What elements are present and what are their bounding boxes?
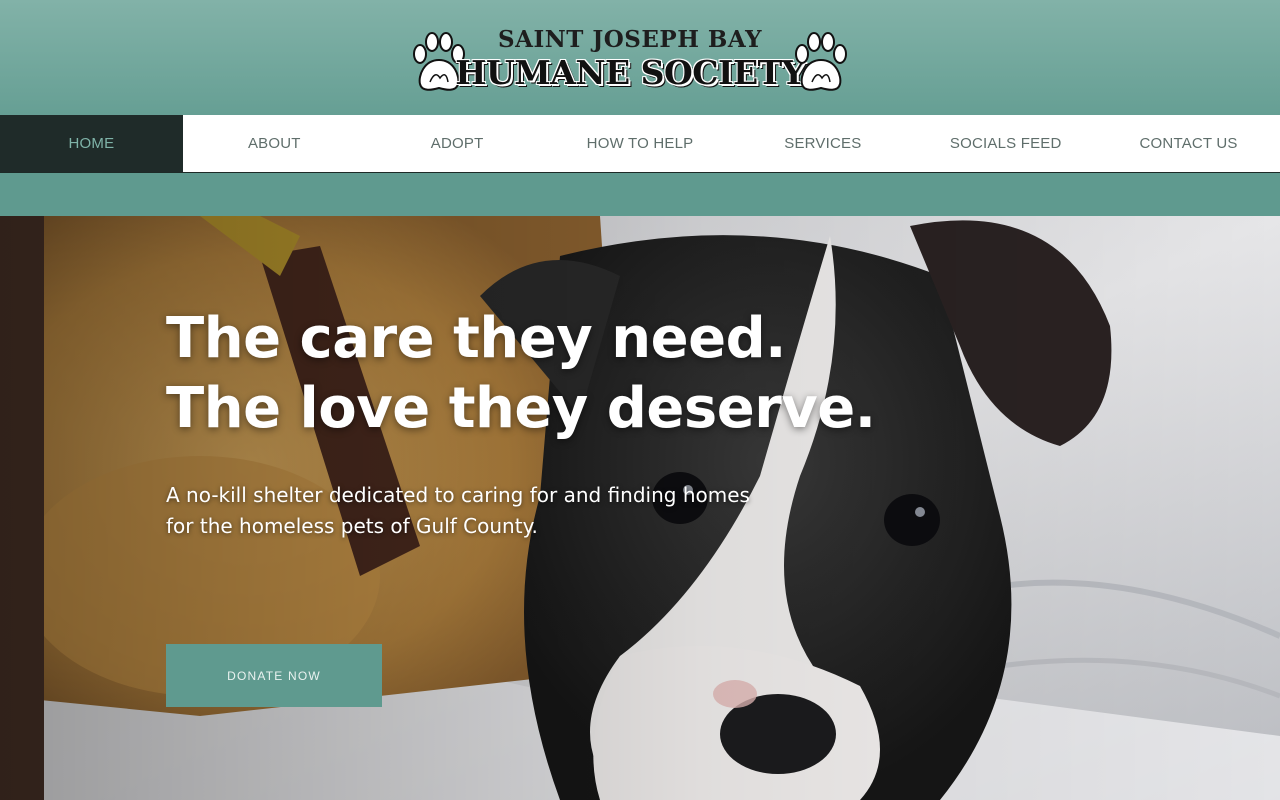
paw-print-icon (795, 32, 847, 91)
donate-now-button[interactable]: DONATE NOW (166, 644, 382, 707)
nav-item-home[interactable]: HOME (0, 115, 183, 183)
nav-band (0, 173, 1280, 216)
subtext-line-1: A no-kill shelter dedicated to caring fo… (166, 483, 750, 507)
hero-headline: The care they need. The love they deserv… (166, 304, 886, 444)
main-nav: HOME ABOUT ADOPT HOW TO HELP SERVICES SO… (0, 115, 1280, 183)
site-logo[interactable]: SAINT JOSEPH BAY HUMANE SOCIETY (410, 24, 850, 96)
nav-item-how-to-help[interactable]: HOW TO HELP (549, 115, 732, 172)
logo-title-top: SAINT JOSEPH BAY (497, 26, 762, 53)
nav-item-contact-us[interactable]: CONTACT US (1097, 115, 1280, 172)
hero-section: The care they need. The love they deserv… (0, 216, 1280, 800)
nav-item-services[interactable]: SERVICES (731, 115, 914, 172)
nav-item-adopt[interactable]: ADOPT (366, 115, 549, 172)
headline-line-2: The love they deserve. (166, 376, 876, 441)
nav-item-socials-feed[interactable]: SOCIALS FEED (914, 115, 1097, 172)
subtext-line-2: for the homeless pets of Gulf County. (166, 514, 538, 538)
site-header: SAINT JOSEPH BAY HUMANE SOCIETY (0, 0, 1280, 115)
hero-subtext: A no-kill shelter dedicated to caring fo… (166, 480, 806, 542)
headline-line-1: The care they need. (166, 306, 786, 371)
logo-title-bottom: HUMANE SOCIETY (455, 53, 805, 92)
nav-item-about[interactable]: ABOUT (183, 115, 366, 172)
